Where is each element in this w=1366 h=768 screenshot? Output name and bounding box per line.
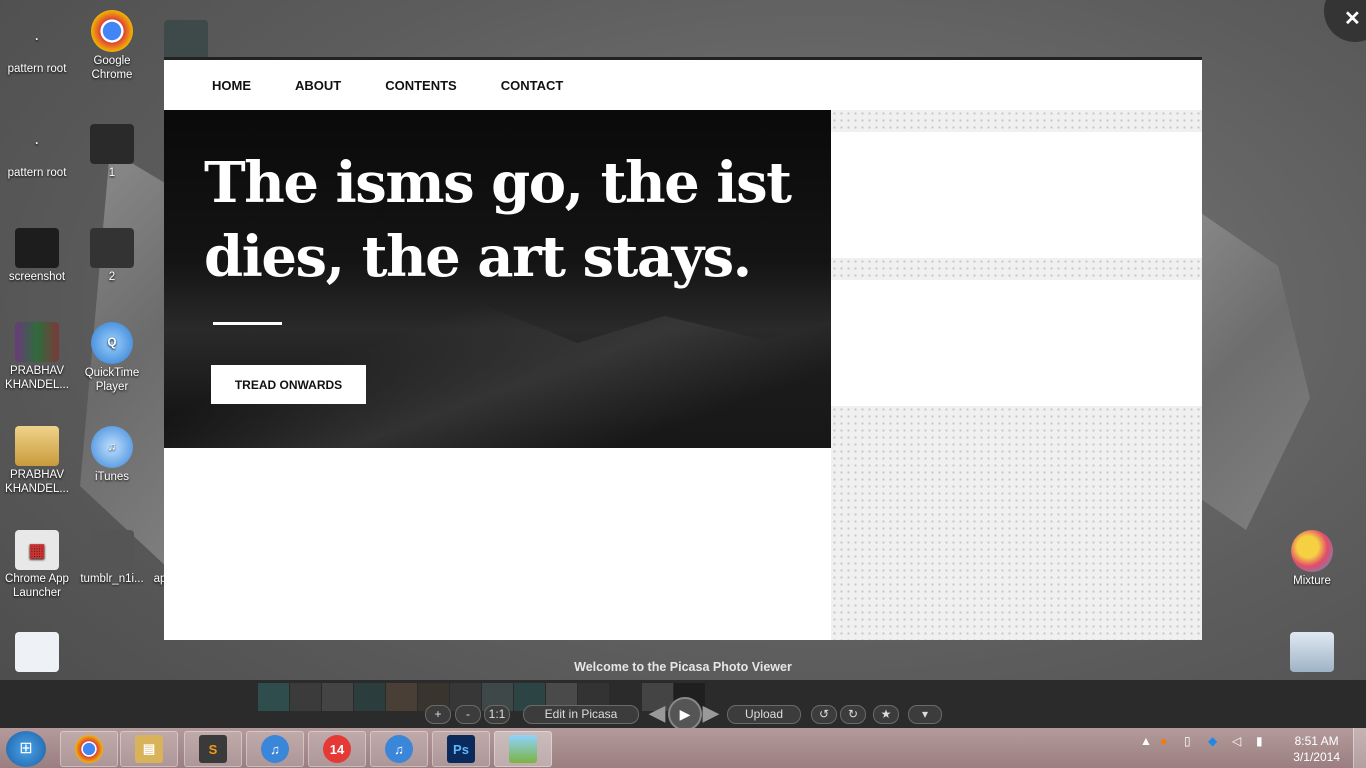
signal-icon[interactable]: ▮ (1256, 734, 1263, 748)
filmstrip-thumbnail[interactable] (322, 683, 353, 711)
desktop-icon-2[interactable]: 2 (76, 228, 148, 284)
filmstrip-thumbnail[interactable] (290, 683, 321, 711)
site-nav: HOME ABOUT CONTENTS CONTACT (164, 60, 1202, 110)
taskbar-app-explorer[interactable]: ▤ (120, 731, 178, 767)
filmstrip (258, 683, 706, 711)
desktop-icon-prabhav-folder[interactable]: PRABHAV KHANDEL... (1, 426, 73, 496)
taskbar-app-chrome[interactable] (60, 731, 118, 767)
desktop-icon-pattern-root-2[interactable]: · pattern root (1, 124, 73, 180)
chevron-down-icon: ▾ (921, 707, 929, 721)
nav-contents: CONTENTS (385, 77, 457, 93)
network-status-icon[interactable]: ● (1160, 734, 1167, 748)
image-icon (15, 228, 59, 268)
arrow-left-icon[interactable]: ◀ (644, 700, 670, 726)
photo-viewer-image: HOME ABOUT CONTENTS CONTACT The isms go,… (164, 57, 1202, 640)
filmstrip-thumbnail[interactable] (258, 683, 289, 711)
desktop-icon-chrome-app-launcher[interactable]: ▦ Chrome App Launcher (1, 530, 73, 600)
headline-divider (213, 322, 282, 325)
folder-icon (15, 426, 59, 466)
image-icon (90, 124, 134, 164)
star-button[interactable]: ★ (873, 705, 899, 724)
desktop-icon-1[interactable]: 1 (76, 124, 148, 180)
archive-icon (15, 322, 59, 362)
edit-in-picasa-button[interactable]: Edit in Picasa (523, 705, 639, 724)
rotate-left-button[interactable]: ↺ (811, 705, 837, 724)
desktop-icon-screenshot[interactable]: screenshot (1, 228, 73, 284)
itunes-icon: ♫ (385, 735, 413, 763)
app-launcher-icon: ▦ (15, 530, 59, 570)
itunes-icon: ♫ (91, 426, 133, 468)
rotate-right-button[interactable]: ↻ (840, 705, 866, 724)
show-desktop-button[interactable] (1353, 728, 1366, 768)
more-options-button[interactable]: ▾ (908, 705, 942, 724)
chrome-icon (91, 10, 133, 52)
dotted-panel (831, 406, 1202, 640)
quicktime-icon: Q (91, 322, 133, 364)
close-icon: ✕ (1344, 8, 1361, 30)
viewer-caption: Welcome to the Picasa Photo Viewer (574, 660, 792, 674)
dropbox-icon[interactable]: ◆ (1208, 734, 1217, 748)
taskbar-app-sublime[interactable]: S (184, 731, 242, 767)
sublime-icon: S (199, 735, 227, 763)
image-icon (90, 228, 134, 268)
volume-icon[interactable]: ◁ (1232, 734, 1241, 748)
desktop-icon-quicktime[interactable]: Q QuickTime Player (76, 322, 148, 394)
desktop-icon-itunes[interactable]: ♫ iTunes (76, 426, 148, 484)
white-panel (831, 132, 1202, 258)
desktop-icon-prabhav-archive[interactable]: PRABHAV KHANDEL... (1, 322, 73, 392)
mixture-icon (1291, 530, 1333, 572)
calendar-icon: 14 (323, 735, 351, 763)
itunes-icon: ♫ (261, 735, 289, 763)
show-hidden-icons-icon[interactable]: ▲ (1140, 734, 1152, 748)
battery-icon[interactable]: ▯ (1184, 734, 1191, 748)
close-viewer-button[interactable]: ✕ (1324, 0, 1366, 42)
clock-time: 8:51 AM (1294, 734, 1339, 748)
taskbar-app-photoshop[interactable]: Ps (432, 731, 490, 767)
desktop-icon-google-chrome[interactable]: Google Chrome (76, 10, 148, 82)
arrow-right-icon[interactable]: ▶ (698, 700, 724, 726)
hero-headline: The isms go, the ist dies, the art stays… (204, 150, 792, 290)
taskbar-app-picasa[interactable] (494, 731, 552, 767)
taskbar-app-itunes-2[interactable]: ♫ (370, 731, 428, 767)
rotate-right-icon: ↻ (847, 707, 859, 721)
file-icon: · (35, 138, 39, 150)
picasa-icon (509, 735, 537, 763)
nav-home: HOME (212, 77, 251, 93)
desktop-icon-mixture[interactable]: Mixture (1276, 530, 1348, 588)
actual-size-button[interactable]: 1:1 (484, 705, 510, 724)
taskbar-app-calendar[interactable]: 14 (308, 731, 366, 767)
play-icon[interactable]: ▶ (668, 697, 702, 731)
dotted-panel (831, 258, 1202, 280)
dotted-panel (831, 110, 1202, 132)
folder-icon: ▤ (135, 735, 163, 763)
clock-date: 3/1/2014 (1293, 750, 1340, 764)
image-icon (164, 20, 208, 60)
rotate-left-icon: ↺ (818, 707, 830, 721)
system-clock[interactable]: 8:51 AM 3/1/2014 (1293, 733, 1340, 765)
photoshop-icon: Ps (447, 735, 475, 763)
star-icon: ★ (880, 707, 892, 721)
upload-button[interactable]: Upload (727, 705, 801, 724)
desktop-icon-pattern-root[interactable]: · pattern root (1, 20, 73, 76)
nav-about: ABOUT (295, 77, 342, 93)
file-icon: · (35, 34, 39, 46)
hero-banner: The isms go, the ist dies, the art stays… (164, 110, 831, 448)
taskbar-app-itunes[interactable]: ♫ (246, 731, 304, 767)
chrome-icon (75, 735, 103, 763)
zoom-out-button[interactable]: - (455, 705, 481, 724)
tread-onwards-button: TREAD ONWARDS (211, 365, 366, 404)
nav-contact: CONTACT (500, 77, 564, 93)
filmstrip-thumbnail[interactable] (354, 683, 385, 711)
start-button[interactable]: ⊞ (6, 731, 46, 767)
white-panel (831, 280, 1202, 406)
zoom-in-button[interactable]: + (425, 705, 451, 724)
filmstrip-thumbnail[interactable] (386, 683, 417, 711)
